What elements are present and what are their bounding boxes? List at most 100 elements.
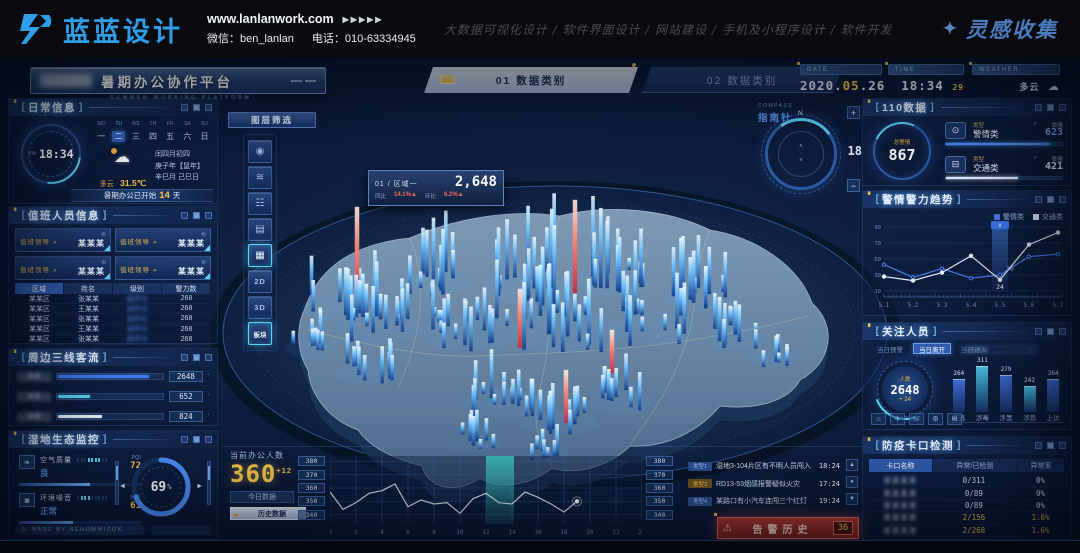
2d-layer-button[interactable]: 2D: [248, 270, 272, 293]
alarm-icon[interactable]: ⊙: [945, 122, 966, 139]
tab-data-category-1[interactable]: 01 数据类别: [424, 67, 638, 93]
y-axis-chip[interactable]: 370: [646, 470, 673, 480]
tab-today-left[interactable]: 当日离开: [913, 343, 951, 354]
alert-tag[interactable]: 类型4: [688, 497, 712, 506]
expand-icon[interactable]: [1059, 196, 1066, 203]
flow-label[interactable]: 某某: [17, 412, 51, 422]
focus-bar[interactable]: 242涉恐: [1018, 377, 1042, 412]
police-type-row[interactable]: ⊙类型警情类»数量623: [945, 121, 1063, 148]
minimize-icon[interactable]: [1035, 104, 1042, 111]
legend-swatch[interactable]: [994, 214, 1000, 220]
focus-bar[interactable]: 264上访: [1041, 370, 1065, 412]
3d-layer-button[interactable]: 3D: [248, 296, 272, 319]
duty-leader-card[interactable]: 值班领导»⊗某某某: [115, 228, 211, 252]
flow-row[interactable]: 某某2648': [17, 371, 209, 382]
cell[interactable]: 张某某: [64, 334, 113, 344]
flow-label[interactable]: 某某: [17, 392, 51, 402]
cell[interactable]: 副所长: [113, 304, 162, 314]
cell[interactable]: 张某某: [64, 314, 113, 324]
people-layer-button[interactable]: ☷: [248, 192, 272, 215]
duty-leader-card[interactable]: 值班领导»⊗某某某: [115, 256, 211, 280]
gauge-left-arrow[interactable]: ◄: [119, 483, 126, 490]
checkpoint-row[interactable]: 某某某某0/890%: [869, 500, 1065, 512]
focus-bar[interactable]: 311涉毒: [971, 357, 995, 412]
duty-leader-card[interactable]: 值班领导»⊗某某某: [15, 228, 111, 252]
scroll-down-icon[interactable]: ▼: [846, 493, 858, 505]
gauge-slider-left[interactable]: [115, 461, 119, 505]
expand-icon[interactable]: [205, 354, 212, 361]
cell[interactable]: 副所长: [113, 334, 162, 344]
weekday[interactable]: SU日: [198, 121, 211, 142]
duty-table-header[interactable]: 区域姓名级别警力数: [15, 283, 211, 294]
focus-filter-icon-3[interactable]: ☏: [909, 413, 924, 425]
table-row[interactable]: 某某区张某某副所长268: [15, 294, 211, 304]
alert-item[interactable]: 类型4某路口有小汽车连闯三个红灯19:24: [688, 494, 840, 508]
col-header[interactable]: 区域: [15, 283, 63, 294]
scroll-mid-icon[interactable]: ●: [846, 476, 858, 488]
flow-value[interactable]: 652: [169, 391, 203, 402]
pin-icon[interactable]: [193, 212, 200, 219]
flow-track[interactable]: [56, 373, 164, 380]
col-header[interactable]: 姓名: [64, 283, 112, 294]
pin-icon[interactable]: [1047, 104, 1054, 111]
expand-icon[interactable]: [205, 436, 212, 443]
alert-history-banner[interactable]: ⚠ 告警历史 36: [717, 517, 859, 539]
focus-filter-icon-5[interactable]: ✉: [947, 413, 962, 425]
cell[interactable]: 268: [162, 305, 211, 312]
col-detected[interactable]: 异常/已检测: [933, 459, 1017, 472]
focus-bar[interactable]: 264在逃: [947, 370, 971, 412]
minimize-icon[interactable]: [181, 354, 188, 361]
checkpoint-row[interactable]: 某某某某2/1561.6%: [869, 512, 1065, 524]
cell[interactable]: 268: [162, 315, 211, 322]
alert-time[interactable]: 18:24: [819, 462, 840, 470]
weekday[interactable]: TH四: [146, 121, 159, 142]
minimize-icon[interactable]: [1035, 328, 1042, 335]
alert-item[interactable]: 类型1湿地3-104片区有不明人员闯入18:24: [688, 459, 840, 473]
focus-bar[interactable]: 279涉黑: [994, 366, 1018, 412]
flow-track[interactable]: [56, 413, 164, 420]
building-layer-button[interactable]: ▤: [248, 218, 272, 241]
cell[interactable]: 某某区: [15, 334, 64, 344]
expand-icon[interactable]: [1059, 442, 1066, 449]
zoom-out-button[interactable]: −: [847, 179, 860, 192]
pin-icon[interactable]: [1047, 328, 1054, 335]
camera-layer-button[interactable]: ◉: [248, 140, 272, 163]
cell[interactable]: 某某区: [15, 314, 64, 324]
weekday[interactable]: WE三: [129, 121, 142, 142]
y-axis-chip[interactable]: 380: [298, 456, 325, 466]
cell[interactable]: 王某某: [64, 324, 113, 334]
alert-text[interactable]: 某路口有小汽车连闯三个红灯: [716, 496, 815, 506]
col-header[interactable]: 级别: [113, 283, 161, 294]
y-axis-chip[interactable]: 340: [298, 510, 325, 520]
cell[interactable]: 某某区: [15, 304, 64, 314]
minimize-icon[interactable]: [181, 104, 188, 111]
pin-icon[interactable]: [193, 354, 200, 361]
weekday[interactable]: MO一: [95, 121, 108, 142]
cell[interactable]: 268: [162, 336, 211, 343]
cell[interactable]: 副所长: [113, 294, 162, 304]
cell[interactable]: 某某区: [15, 294, 64, 304]
minimize-icon[interactable]: [181, 212, 188, 219]
col-rate[interactable]: 异常率: [1018, 459, 1064, 472]
tab-today-warn[interactable]: 当日预警: [871, 343, 909, 354]
flow-value[interactable]: 824: [169, 411, 203, 422]
signal-layer-button[interactable]: ≋: [248, 166, 272, 189]
alert-tag[interactable]: 类型2: [688, 479, 712, 488]
flow-track[interactable]: [56, 393, 164, 400]
pin-icon[interactable]: [1047, 196, 1054, 203]
pin-icon[interactable]: [193, 436, 200, 443]
legend-swatch[interactable]: [1033, 214, 1039, 220]
minimize-icon[interactable]: [1035, 196, 1042, 203]
table-row[interactable]: 某某区王某某副所长268: [15, 325, 211, 335]
weekday[interactable]: FR五: [164, 121, 177, 142]
flow-row[interactable]: 某某824': [17, 411, 209, 422]
bus-icon[interactable]: ⊟: [945, 156, 966, 173]
police-type-row[interactable]: ⊟类型交通类»数量421: [945, 155, 1063, 182]
y-axis-chip[interactable]: 340: [646, 510, 673, 520]
weekday[interactable]: SA六: [181, 121, 194, 142]
today-data-button[interactable]: 今日数据: [230, 491, 294, 503]
pin-icon[interactable]: [193, 104, 200, 111]
expand-icon[interactable]: [205, 212, 212, 219]
expand-icon[interactable]: [205, 104, 212, 111]
col-name[interactable]: 卡口名称: [869, 459, 932, 472]
